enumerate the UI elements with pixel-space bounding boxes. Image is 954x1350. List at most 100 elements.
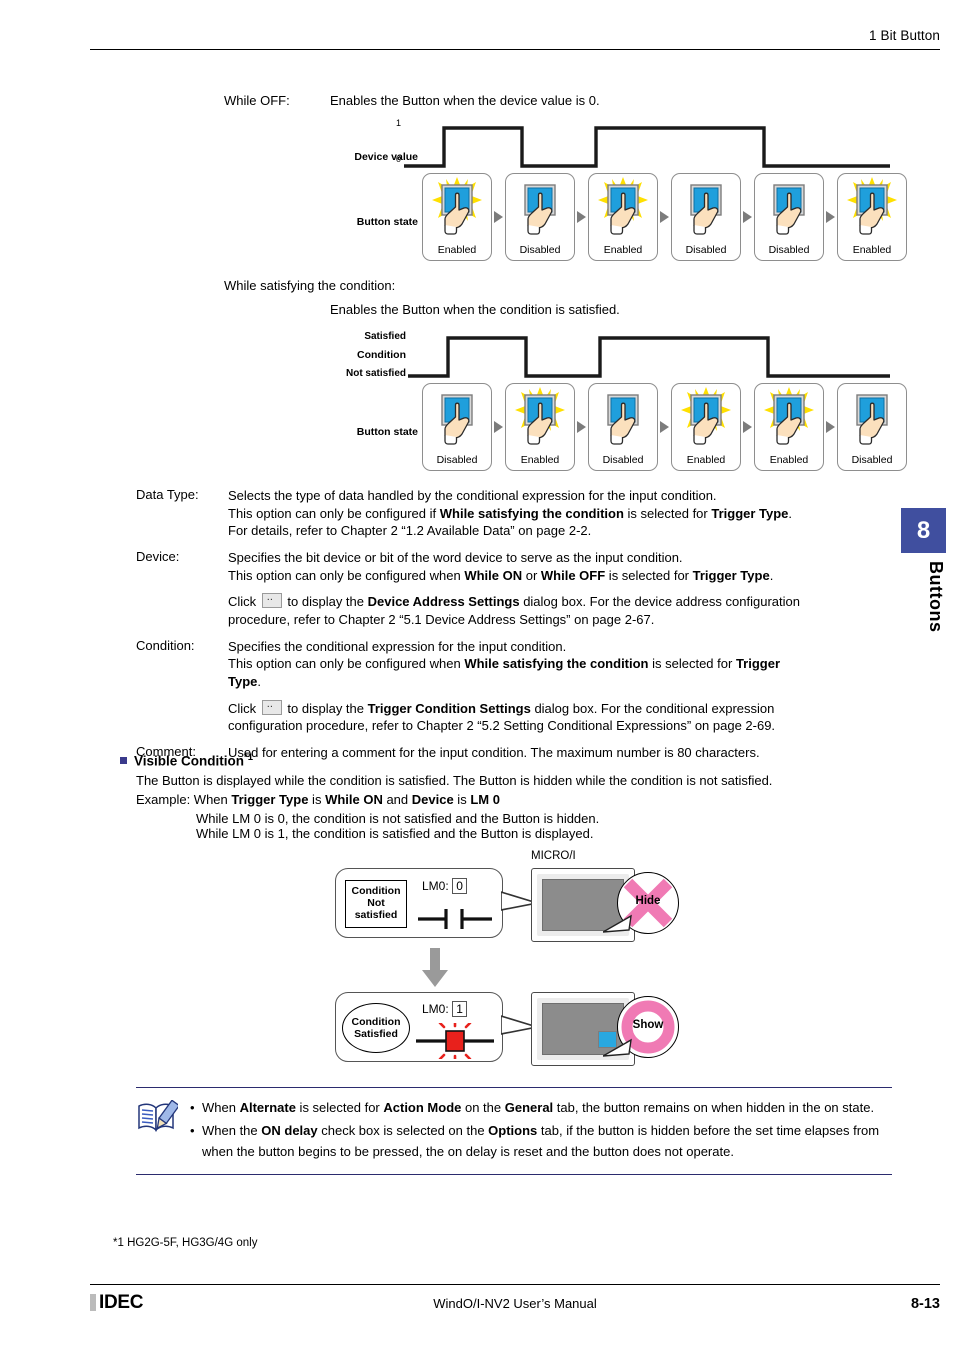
- condition-waveform: [408, 336, 890, 378]
- button-state-caption: Disabled: [685, 244, 727, 256]
- button-state-card: Disabled: [671, 173, 741, 261]
- condition-satisfied-label: Condition Satisfied: [342, 1003, 410, 1053]
- definition-paragraph: Click to display the Device Address Sett…: [228, 590, 896, 628]
- button-state-card: Disabled: [422, 383, 492, 471]
- tick-satisfied: Satisfied: [364, 331, 406, 342]
- button-state-caption: Disabled: [602, 454, 644, 466]
- plain-disabled-icon: [511, 177, 569, 237]
- show-badge-label: Show: [632, 1019, 664, 1031]
- visible-condition-line1: The Button is displayed while the condit…: [136, 773, 773, 788]
- condition-not-satisfied-label: Condition Not satisfied: [345, 880, 407, 928]
- burst-enabled-icon: [432, 177, 482, 235]
- definition-term: Data Type:: [136, 487, 199, 502]
- button-state-caption: Enabled: [520, 454, 560, 466]
- note-item: When the ON delay check box is selected …: [190, 1120, 892, 1162]
- definition-paragraph: Click to display the Trigger Condition S…: [228, 697, 896, 735]
- chapter-number: 8: [901, 508, 946, 553]
- button-state-caption: Disabled: [768, 244, 810, 256]
- page-footer: IDEC WindO/I-NV2 User’s Manual 8-13: [90, 1284, 940, 1314]
- button-state-card: Enabled: [422, 173, 492, 261]
- closed-contact-active-icon: [416, 1023, 494, 1059]
- definition-paragraph: Specifies the bit device or bit of the w…: [228, 550, 774, 583]
- footer-manual-title: WindO/I-NV2 User’s Manual: [433, 1296, 597, 1311]
- chapter-title: Buttons: [926, 561, 946, 633]
- tick-not-satisfied: Not satisfied: [345, 368, 406, 379]
- bottom-device-value: 1: [452, 1001, 468, 1017]
- header-title: 1 Bit Button: [869, 28, 940, 43]
- visible-condition-example-line1: Example: When Trigger Type is While ON a…: [136, 792, 500, 807]
- plain-disabled-icon: [856, 394, 888, 445]
- plain-disabled-icon: [524, 184, 556, 235]
- button-state-card: Enabled: [754, 383, 824, 471]
- definition-term: Device:: [136, 549, 180, 565]
- while-condition-description: Enables the Button when the condition is…: [330, 302, 620, 317]
- show-badge-tail-icon: [603, 1038, 632, 1057]
- visible-condition-heading-text: Visible Condition: [134, 753, 245, 769]
- header-rule: [90, 49, 940, 50]
- visible-condition-example-line3: While LM 0 is 1, the condition is satisf…: [196, 826, 594, 841]
- burst-enabled-icon: [677, 387, 735, 447]
- hide-badge-label: Hide: [635, 895, 661, 907]
- note-list: When Alternate is selected for Action Mo…: [188, 1097, 892, 1164]
- state-transition-arrow-icon: [492, 173, 505, 261]
- state-transition-arrow-icon: [824, 173, 837, 261]
- transition-arrow-icon: [422, 948, 448, 987]
- button-state-card: Disabled: [505, 173, 575, 261]
- while-condition-timing-diagram: Satisfied Condition Not satisfied Button…: [330, 328, 907, 478]
- page-footnote: *1 HG2G-5F, HG3G/4G only: [113, 1237, 258, 1249]
- plain-disabled-icon: [441, 394, 473, 445]
- button-state-row-label-2: Button state: [356, 426, 418, 438]
- button-state-card: Enabled: [671, 383, 741, 471]
- visible-condition-footnote-marker: *1: [244, 752, 253, 763]
- top-device-name: LM0: 0: [422, 878, 468, 894]
- chapter-side-tab: 8 Buttons: [901, 508, 946, 632]
- state-transition-arrow-icon: [824, 383, 837, 471]
- state-transition-arrow-icon: [658, 173, 671, 261]
- condition-not-satisfied-box: Condition Not satisfied LM0: 0: [335, 868, 503, 938]
- plain-disabled-icon: [773, 184, 805, 235]
- definition-row: Device: Specifies the bit device or bit o…: [136, 549, 896, 629]
- button-state-caption: Enabled: [686, 454, 726, 466]
- definition-body: Selects the type of data handled by the …: [228, 487, 896, 540]
- plain-disabled-icon: [428, 387, 486, 447]
- plain-disabled-icon: [607, 394, 639, 445]
- definition-body: Used for entering a comment for the inpu…: [228, 744, 896, 762]
- condition-satisfied-box: Condition Satisfied LM0: 1: [335, 992, 503, 1062]
- condition-row-label: Condition: [357, 349, 406, 361]
- tick-high: 1: [396, 118, 402, 128]
- plain-disabled-icon: [690, 184, 722, 235]
- while-off-timing-diagram: Device value 1 0 Button state Enabled Di…: [330, 118, 907, 268]
- definition-body: Specifies the conditional expression for…: [228, 638, 896, 735]
- note-bottom-rule: [136, 1174, 892, 1176]
- note-box: When Alternate is selected for Action Mo…: [136, 1087, 892, 1176]
- bottom-device-name: LM0: 1: [422, 1001, 468, 1017]
- burst-enabled-icon: [681, 387, 731, 445]
- definition-paragraph: Specifies the conditional expression for…: [228, 638, 781, 690]
- definition-term: Condition:: [136, 637, 195, 653]
- button-state-card: Enabled: [588, 173, 658, 261]
- burst-enabled-icon: [515, 387, 565, 445]
- ellipsis-button[interactable]: [261, 590, 282, 609]
- plain-disabled-icon: [760, 177, 818, 237]
- burst-enabled-icon: [598, 177, 648, 235]
- burst-enabled-icon: [760, 387, 818, 447]
- while-off-state-sequence: Enabled Disabled Enabled Disabled Disabl…: [422, 173, 907, 261]
- burst-enabled-icon: [428, 177, 486, 237]
- button-state-card: Disabled: [837, 383, 907, 471]
- bullet-square-icon: [120, 756, 127, 764]
- burst-enabled-icon: [847, 177, 897, 235]
- button-state-caption: Enabled: [603, 244, 643, 256]
- ellipsis-button[interactable]: [261, 697, 282, 715]
- plain-disabled-icon: [677, 177, 735, 237]
- while-off-description: Enables the Button when the device value…: [330, 93, 600, 108]
- button-state-row-label: Button state: [356, 216, 418, 228]
- button-state-card: Enabled: [505, 383, 575, 471]
- visible-condition-heading: Visible Condition*1: [120, 752, 253, 771]
- state-transition-arrow-icon: [741, 173, 754, 261]
- definition-row: Condition: Specifies the conditional expr…: [136, 638, 896, 735]
- idec-logo: IDEC: [90, 1292, 290, 1314]
- button-state-caption: Disabled: [851, 454, 893, 466]
- note-pencil-icon: [136, 1097, 188, 1164]
- plain-disabled-icon: [594, 387, 652, 447]
- state-transition-arrow-icon: [492, 383, 505, 471]
